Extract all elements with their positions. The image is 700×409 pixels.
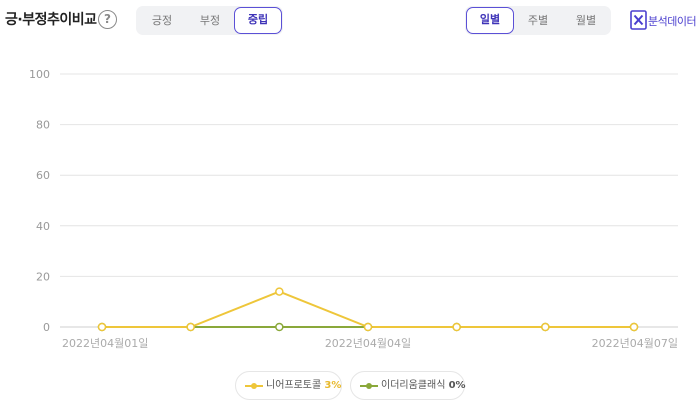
tab-positive[interactable]: 긍정 <box>138 7 186 34</box>
data-point[interactable] <box>363 322 373 332</box>
sentiment-tab-group: 긍정 부정 중립 <box>136 6 283 35</box>
legend-line-marker <box>360 383 378 389</box>
legend-line-marker <box>245 383 263 389</box>
data-point[interactable] <box>275 287 284 296</box>
legend-item-near-protocol[interactable]: 니어프로토콜 3% <box>235 371 342 400</box>
data-point[interactable] <box>452 322 461 332</box>
legend-series-name: 니어프로토콜 <box>266 380 322 391</box>
data-point[interactable] <box>186 322 195 332</box>
y-tick-label: 20 <box>36 270 50 283</box>
data-point[interactable] <box>629 322 639 332</box>
header-bar: 긍·부정추이비교 ? 긍정 부정 중립 일별 주별 월별 분석데이터 <box>0 0 700 44</box>
legend-label: 이더리움클래식 0% <box>381 372 466 399</box>
y-tick-label: 60 <box>36 169 50 182</box>
x-tick-label: 2022년04월07일 <box>592 336 678 350</box>
excel-icon <box>630 10 647 30</box>
legend-series-name: 이더리움클래식 <box>381 380 446 391</box>
y-tick-label: 40 <box>36 220 50 233</box>
series-line <box>102 290 634 328</box>
y-tick-label: 0 <box>43 321 50 334</box>
tab-daily[interactable]: 일별 <box>466 7 514 34</box>
legend-series-share: 0% <box>448 380 466 391</box>
legend-series-share: 3% <box>324 380 342 391</box>
tab-weekly[interactable]: 주별 <box>514 7 562 34</box>
period-tab-group: 일별 주별 월별 <box>465 6 611 35</box>
export-data-label: 분석데이터 <box>648 15 697 28</box>
x-tick-label: 2022년04월01일 <box>62 336 148 350</box>
legend-label: 니어프로토콜 3% <box>266 372 341 399</box>
x-tick-label: 2022년04월04일 <box>325 336 411 350</box>
section-title: 긍·부정추이비교 <box>5 12 97 28</box>
help-icon[interactable]: ? <box>98 10 117 29</box>
data-point[interactable] <box>275 322 284 332</box>
legend-item-ethereum-classic[interactable]: 이더리움클래식 0% <box>350 371 466 400</box>
data-point[interactable] <box>541 322 550 332</box>
data-point[interactable] <box>97 322 107 332</box>
tab-negative[interactable]: 부정 <box>186 7 234 34</box>
y-tick-label: 100 <box>29 68 50 81</box>
tab-monthly[interactable]: 월별 <box>562 7 610 34</box>
y-tick-label: 80 <box>36 119 50 132</box>
sentiment-line-chart: 0 20 40 60 80 100 2022년04월01일 2022년04월04일 2022년… <box>29 68 678 350</box>
tab-neutral[interactable]: 중립 <box>234 7 282 34</box>
